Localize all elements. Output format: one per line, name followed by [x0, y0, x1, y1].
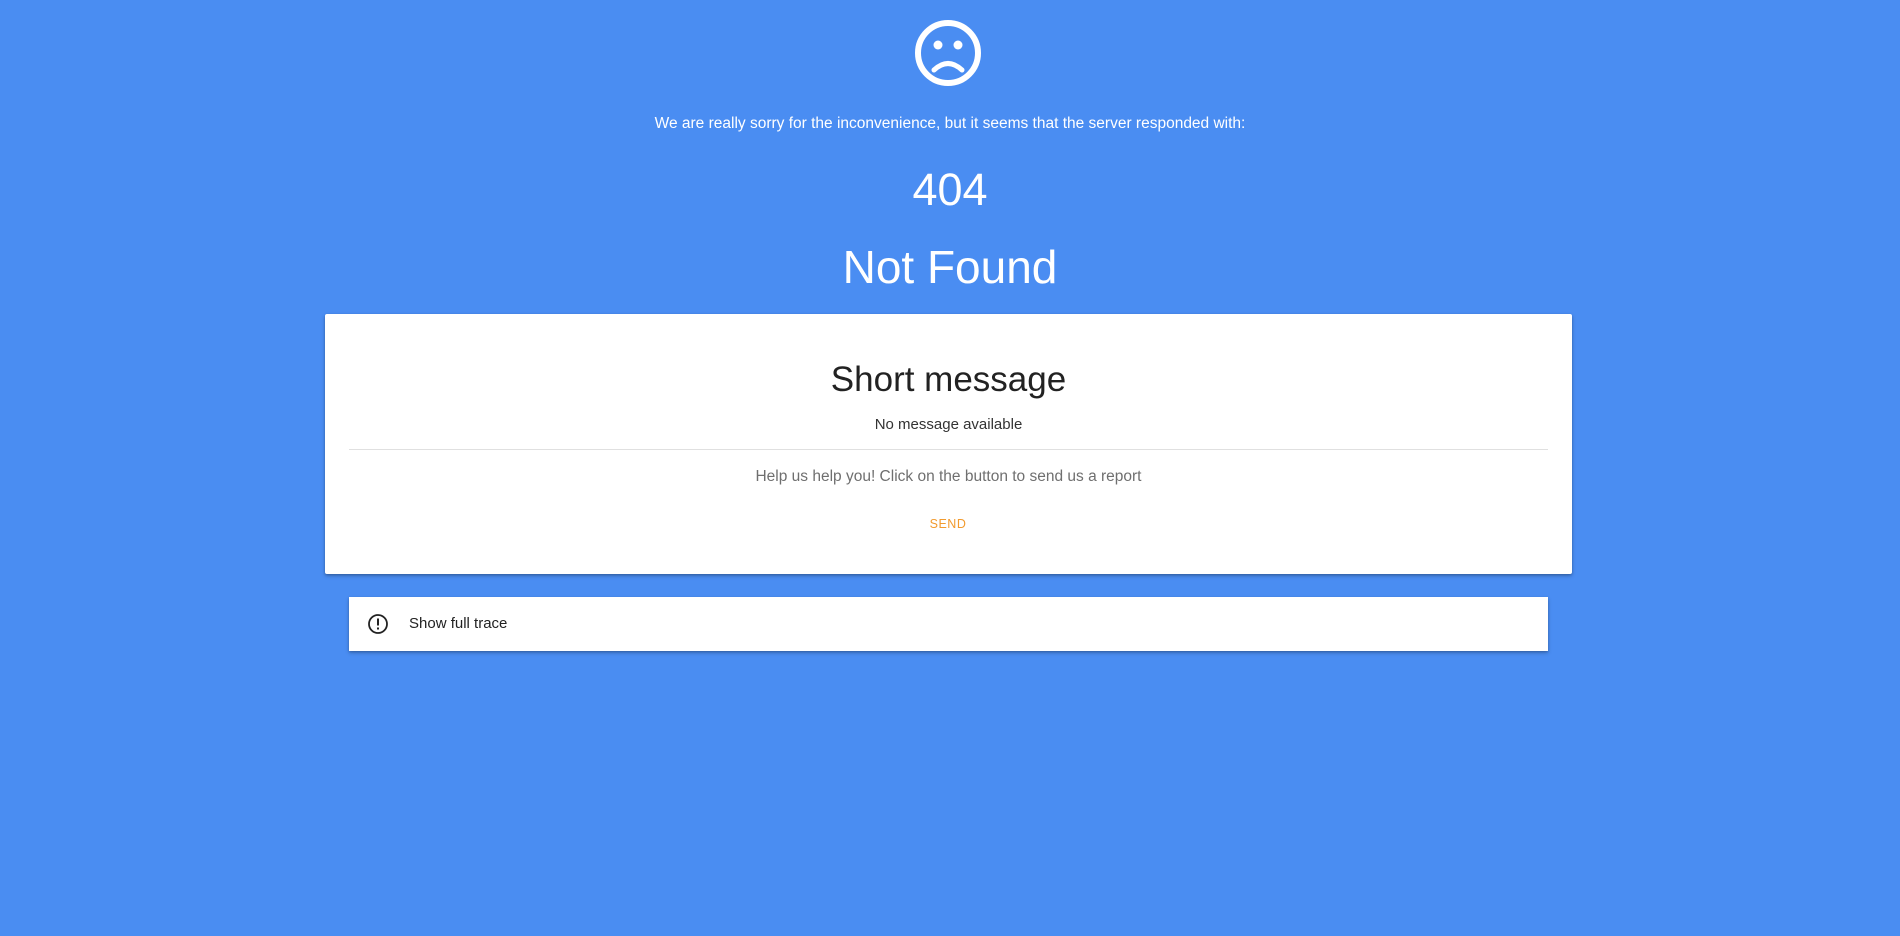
send-report-button[interactable]: SEND [901, 507, 995, 541]
status-text: Not Found [842, 241, 1058, 293]
trace-label: Show full trace [409, 615, 508, 632]
apology-text: We are really sorry for the inconvenienc… [654, 115, 1246, 132]
error-page: We are really sorry for the inconvenienc… [0, 0, 1900, 936]
card-title: Short message [830, 360, 1067, 399]
help-text: Help us help you! Click on the button to… [755, 468, 1142, 485]
show-trace-toggle[interactable]: Show full trace [349, 597, 1548, 651]
message-card: Short message No message available Help … [325, 314, 1572, 574]
status-code: 404 [912, 164, 988, 215]
card-message: No message available [874, 416, 1023, 433]
exclamation-circle-icon [368, 614, 388, 634]
sad-face-icon [915, 20, 981, 86]
card-divider [349, 449, 1548, 450]
